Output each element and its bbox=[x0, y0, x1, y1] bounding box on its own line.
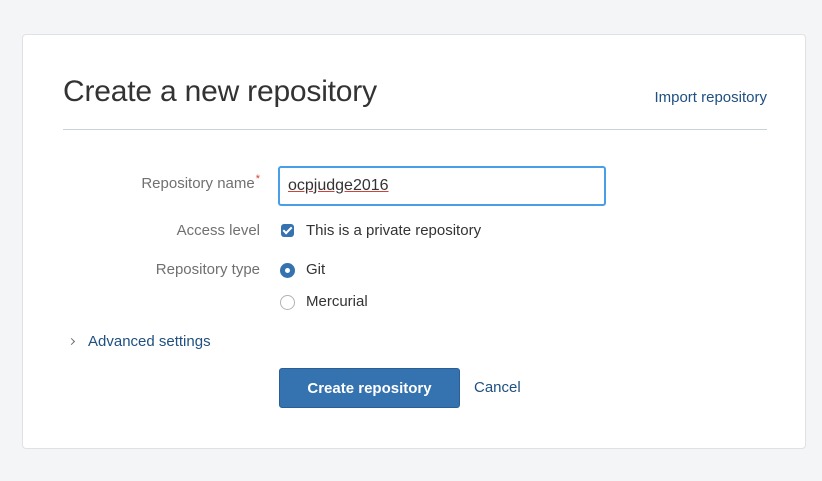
mercurial-option-label[interactable]: Mercurial bbox=[306, 293, 368, 310]
page-title: Create a new repository bbox=[63, 75, 377, 108]
private-repository-checkbox[interactable] bbox=[281, 224, 294, 237]
create-repository-button[interactable]: Create repository bbox=[279, 368, 460, 408]
advanced-settings-toggle[interactable]: Advanced settings bbox=[67, 333, 211, 350]
git-option-label[interactable]: Git bbox=[306, 261, 325, 278]
required-marker: * bbox=[255, 173, 260, 185]
header-divider bbox=[63, 129, 767, 130]
cancel-link[interactable]: Cancel bbox=[474, 379, 521, 396]
mercurial-radio[interactable] bbox=[280, 295, 295, 310]
repository-name-input[interactable] bbox=[278, 166, 606, 206]
advanced-settings-label: Advanced settings bbox=[88, 333, 211, 350]
private-repository-label[interactable]: This is a private repository bbox=[306, 222, 481, 239]
repository-type-label: Repository type bbox=[155, 261, 260, 278]
create-repository-card: Create a new repository Import repositor… bbox=[22, 34, 806, 449]
git-radio[interactable] bbox=[280, 263, 295, 278]
import-repository-link[interactable]: Import repository bbox=[654, 89, 767, 106]
access-level-label: Access level bbox=[176, 222, 260, 239]
chevron-right-icon bbox=[67, 337, 76, 346]
repository-name-label: Repository name* bbox=[141, 173, 260, 192]
